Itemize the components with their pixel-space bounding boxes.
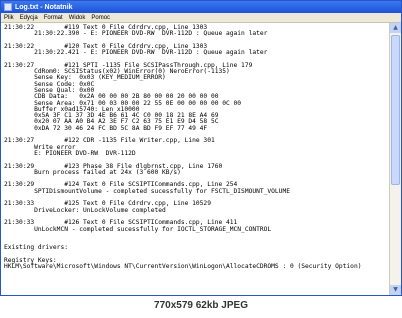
menu-file[interactable]: Plik: [4, 15, 14, 21]
text-editor-area[interactable]: 21:30:22 #119 Text 0 File Cdrdrv.cpp, Li…: [1, 23, 390, 295]
notepad-icon: [4, 3, 12, 11]
scroll-down-arrow-icon[interactable]: ▼: [390, 285, 401, 295]
notepad-window: Log.txt - Notatnik Plik Edycja Format Wi…: [0, 0, 402, 296]
image-caption: 770x579 62kb JPEG: [154, 300, 248, 311]
scroll-thumb[interactable]: [391, 35, 400, 185]
log-line: HKLM\Software\Microsoft\Windows NT\Curre…: [4, 263, 362, 271]
scroll-up-arrow-icon[interactable]: ▲: [390, 23, 401, 33]
window-title: Log.txt - Notatnik: [15, 3, 73, 11]
vertical-scrollbar[interactable]: ▲ ▼: [389, 23, 401, 295]
title-bar[interactable]: Log.txt - Notatnik: [1, 1, 401, 13]
log-text: 21:30:22 #119 Text 0 File Cdrdrv.cpp, Li…: [4, 24, 387, 271]
menu-help[interactable]: Pomoc: [91, 15, 110, 21]
menu-bar: Plik Edycja Format Widok Pomoc: [1, 13, 401, 23]
menu-format[interactable]: Format: [44, 15, 63, 21]
image-caption-bar: 770x579 62kb JPEG: [0, 296, 402, 318]
menu-view[interactable]: Widok: [69, 15, 86, 21]
menu-edit[interactable]: Edycja: [20, 15, 38, 21]
